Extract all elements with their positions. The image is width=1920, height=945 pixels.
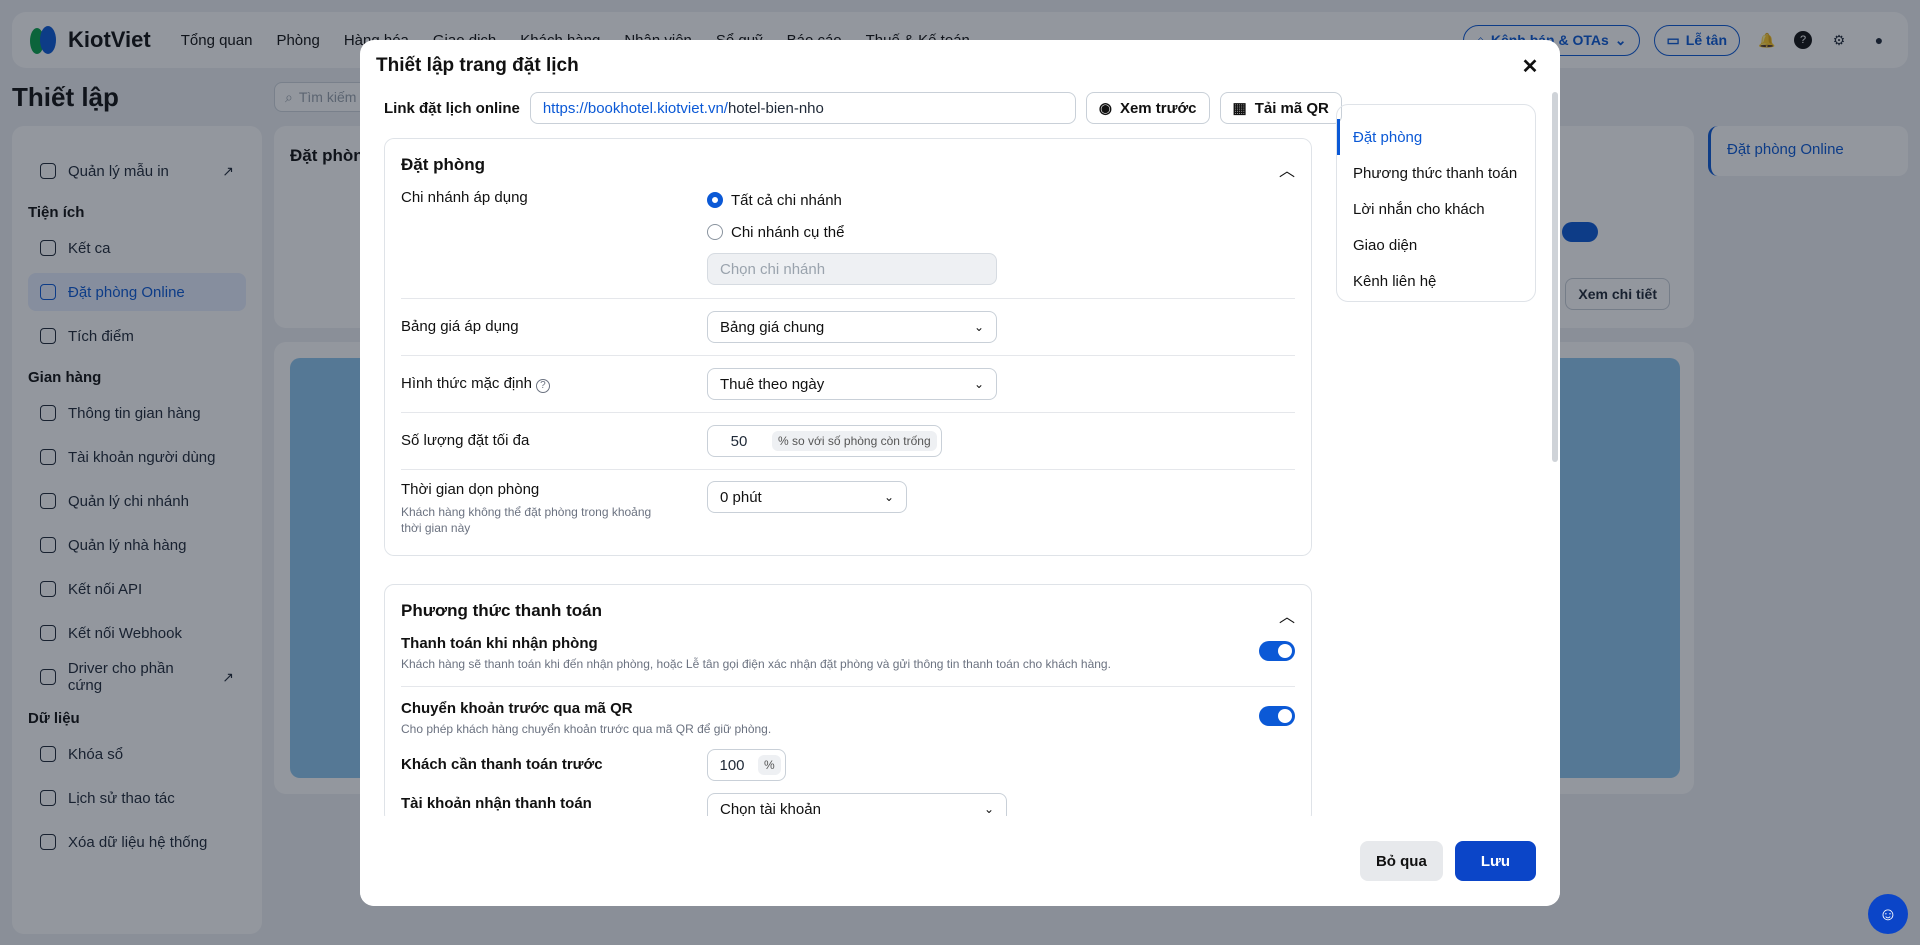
price-list-select[interactable]: Bảng giá chung ⌄	[707, 311, 997, 343]
eye-icon: ◉	[1098, 100, 1112, 117]
section-title: Đặt phòng	[401, 155, 486, 174]
chevron-down-icon: ⌄	[983, 802, 994, 816]
close-icon[interactable]: ✕	[1516, 52, 1544, 80]
help-icon[interactable]: ?	[535, 378, 550, 393]
download-qr-button[interactable]: ▦ Tải mã QR	[1219, 92, 1342, 124]
dialog-scrollbar[interactable]	[1552, 92, 1558, 462]
toc-appearance[interactable]: Giao diện	[1337, 227, 1535, 263]
save-button[interactable]: Lưu	[1454, 841, 1536, 881]
chevron-up-icon[interactable]: ︿	[1279, 157, 1295, 181]
qr-transfer-row: Chuyển khoản trước qua mã QR Cho phép kh…	[401, 700, 1295, 740]
qr-icon: ▦	[1232, 100, 1247, 117]
toc-booking[interactable]: Đặt phòng	[1337, 119, 1535, 155]
support-chat-icon[interactable]: ☺	[1868, 894, 1908, 934]
chevron-down-icon: ⌄	[883, 490, 894, 504]
max-booking-input[interactable]: 50% so với số phòng còn trống	[707, 425, 942, 457]
rental-mode-select[interactable]: Thuê theo ngày ⌄	[707, 368, 997, 400]
branch-select: Chọn chi nhánh	[707, 253, 997, 285]
section-title: Phương thức thanh toán	[401, 601, 603, 620]
price-row: Bảng giá áp dụng Bảng giá chung ⌄	[401, 311, 1295, 343]
toc-payment[interactable]: Phương thức thanh toán	[1337, 155, 1535, 191]
radio-specific-branch[interactable]: Chi nhánh cụ thể	[707, 221, 997, 243]
chevron-down-icon: ⌄	[973, 377, 984, 391]
toc-guest-message[interactable]: Lời nhắn cho khách	[1337, 191, 1535, 227]
qr-transfer-toggle[interactable]	[1259, 706, 1295, 726]
prepay-percent-input[interactable]: 100%	[707, 749, 786, 781]
link-label: Link đặt lịch online	[384, 99, 520, 117]
dialog-title: Thiết lập trang đặt lịch	[376, 55, 579, 76]
toc-contact-channels[interactable]: Kênh liên hệ	[1337, 263, 1535, 299]
section-navigation: Đặt phòng Phương thức thanh toán Lời nhắ…	[1336, 104, 1536, 302]
booking-section: Đặt phòng ︿ Chi nhánh áp dụng Tất cả chi…	[378, 132, 1318, 562]
cleaning-time-select[interactable]: 0 phút ⌄	[707, 481, 907, 513]
mode-row: Hình thức mặc định? Thuê theo ngày ⌄	[401, 368, 1295, 400]
chevron-down-icon: ⌄	[973, 320, 984, 334]
payment-section: Phương thức thanh toán ︿ Thanh toán khi …	[384, 584, 1312, 825]
booking-setup-dialog: Thiết lập trang đặt lịch ✕ Link đặt lịch…	[360, 40, 1560, 906]
booking-link-field[interactable]: https://bookhotel.kiotviet.vn/hotel-bien…	[529, 92, 1076, 124]
max-booking-row: Số lượng đặt tối đa 50% so với số phòng …	[401, 425, 1295, 457]
booking-link-row: Link đặt lịch online https://bookhotel.k…	[384, 92, 1342, 124]
dialog-footer: Bỏ qua Lưu	[360, 816, 1560, 906]
preview-button[interactable]: ◉ Xem trước	[1085, 92, 1210, 124]
pay-on-arrival-toggle[interactable]	[1259, 641, 1295, 661]
chevron-up-icon[interactable]: ︿	[1279, 603, 1295, 627]
cancel-button[interactable]: Bỏ qua	[1359, 841, 1443, 881]
prepay-row: Khách cần thanh toán trước 100%	[401, 749, 1295, 781]
branch-row: Chi nhánh áp dụng Tất cả chi nhánh Chi n…	[401, 189, 1295, 289]
pay-on-arrival-row: Thanh toán khi nhận phòng Khách hàng sẽ …	[401, 635, 1295, 675]
radio-all-branches[interactable]: Tất cả chi nhánh	[707, 189, 997, 211]
cleaning-row: Thời gian dọn phòng Khách hàng không thể …	[401, 481, 1295, 541]
